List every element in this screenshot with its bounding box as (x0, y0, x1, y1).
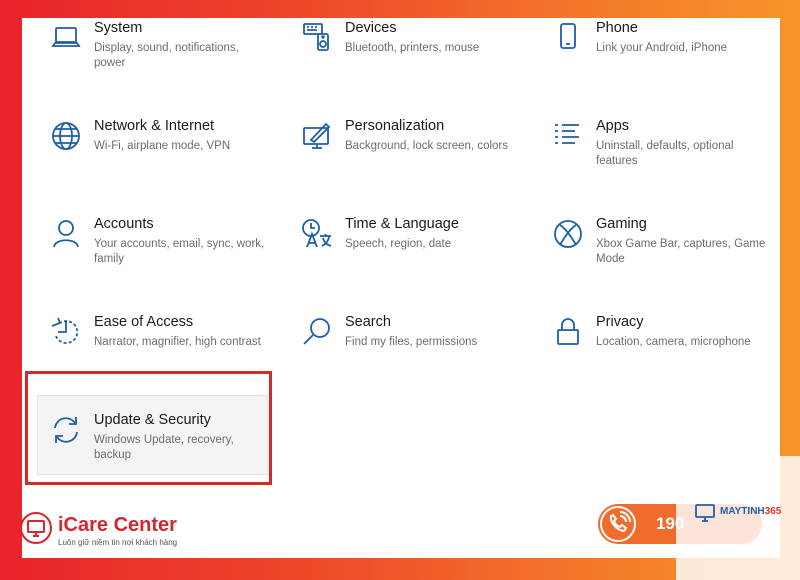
ease-of-access-icon (50, 316, 82, 348)
tile-desc: Background, lock screen, colors (345, 140, 508, 152)
tile-title: Time & Language (345, 216, 459, 232)
tile-title: Network & Internet (94, 118, 215, 134)
monitor-icon (20, 512, 52, 544)
xbox-icon (552, 218, 584, 250)
tile-update-security[interactable]: Update & Security Windows Update, recove… (48, 412, 280, 496)
tile-title: Apps (596, 118, 630, 134)
tile-desc: Bluetooth, printers, mouse (345, 42, 480, 54)
laptop-icon (50, 22, 82, 54)
tile-desc: Location, camera, microphone (596, 336, 751, 348)
tile-time-language[interactable]: Time & Language Speech, region, date (299, 216, 531, 300)
tile-desc: Display, sound, notifications, power (94, 42, 239, 69)
tile-phone[interactable]: Phone Link your Android, iPhone (550, 20, 780, 104)
lock-icon (552, 316, 584, 348)
apps-list-icon (552, 120, 584, 152)
tile-desc: Xbox Game Bar, captures, Game Mode (596, 238, 766, 265)
tile-devices[interactable]: Devices Bluetooth, printers, mouse (299, 20, 531, 104)
tile-title: Phone (596, 20, 638, 36)
tile-search[interactable]: Search Find my files, permissions (299, 314, 531, 398)
phone-call-icon (600, 506, 636, 542)
tile-accounts[interactable]: Accounts Your accounts, email, sync, wor… (48, 216, 280, 300)
tile-desc: Uninstall, defaults, optional features (596, 140, 734, 167)
tile-desc: Speech, region, date (345, 238, 452, 250)
search-icon (301, 316, 333, 348)
time-language-icon (301, 218, 333, 250)
tile-desc: Narrator, magnifier, high contrast (94, 336, 261, 348)
tile-desc: Your accounts, email, sync, work, family (94, 238, 265, 265)
tile-personalization[interactable]: Personalization Background, lock screen,… (299, 118, 531, 202)
maytinh-name: MAYTINH365 (720, 506, 781, 517)
maytinh-text: MAYTINH (720, 506, 765, 517)
tile-network[interactable]: Network & Internet Wi-Fi, airplane mode,… (48, 118, 280, 202)
icare-center-logo: iCare Center Luôn giữ niềm tin nơi khách… (16, 506, 206, 554)
globe-icon (50, 120, 82, 152)
maytinh-icon (695, 504, 715, 522)
devices-icon (301, 22, 333, 54)
tile-apps[interactable]: Apps Uninstall, defaults, optional featu… (550, 118, 780, 202)
maytinh365-logo: MAYTINH365 (694, 500, 794, 530)
tile-ease-of-access[interactable]: Ease of Access Narrator, magnifier, high… (48, 314, 280, 398)
settings-panel: System Display, sound, notifications, po… (22, 18, 780, 558)
tile-desc: Find my files, permissions (345, 336, 478, 348)
tile-title: Devices (345, 20, 397, 36)
icare-name: iCare Center (58, 514, 177, 536)
tile-title: Gaming (596, 216, 647, 232)
tile-desc: Windows Update, recovery, backup (94, 434, 234, 461)
phone-icon (552, 22, 584, 54)
tile-title: Update & Security (94, 412, 211, 428)
tile-desc: Wi-Fi, airplane mode, VPN (94, 140, 231, 152)
tile-system[interactable]: System Display, sound, notifications, po… (48, 20, 280, 104)
tile-title: System (94, 20, 143, 36)
person-icon (50, 218, 82, 250)
tile-privacy[interactable]: Privacy Location, camera, microphone (550, 314, 780, 398)
tile-title: Accounts (94, 216, 154, 232)
tile-title: Personalization (345, 118, 445, 134)
tile-gaming[interactable]: Gaming Xbox Game Bar, captures, Game Mod… (550, 216, 780, 300)
tile-title: Search (345, 314, 391, 330)
paintbrush-icon (301, 120, 333, 152)
icare-slogan: Luôn giữ niềm tin nơi khách hàng (58, 538, 178, 547)
sync-icon (50, 414, 82, 446)
tile-desc: Link your Android, iPhone (596, 42, 728, 54)
tile-title: Ease of Access (94, 314, 194, 330)
tile-title: Privacy (596, 314, 644, 330)
maytinh-number: 365 (764, 506, 782, 517)
